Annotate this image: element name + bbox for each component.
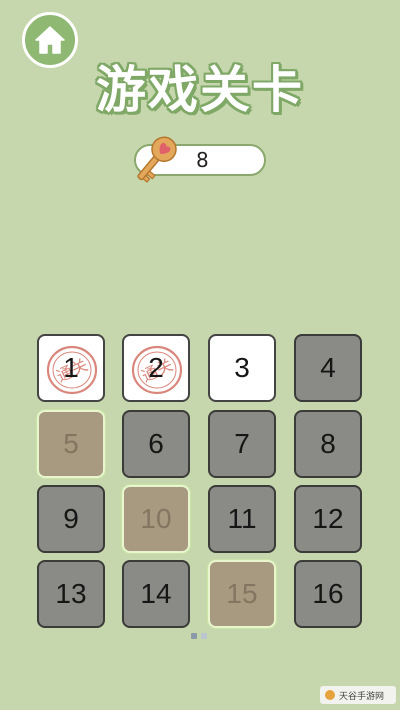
level-number: 5 xyxy=(63,428,79,459)
level-tile-14: 14 xyxy=(122,560,190,628)
level-tile-16: 16 xyxy=(294,560,362,628)
level-number: 12 xyxy=(312,503,344,534)
level-tile-7: 7 xyxy=(208,410,276,478)
page-title: 游戏关卡 xyxy=(96,61,304,119)
level-tile-9: 9 xyxy=(37,485,105,553)
level-number: 4 xyxy=(320,352,336,383)
level-tile-2[interactable]: 通关 2 xyxy=(122,334,190,402)
level-number: 6 xyxy=(148,428,164,459)
level-tile-11: 11 xyxy=(208,485,276,553)
level-number: 15 xyxy=(226,578,258,609)
level-tile-8: 8 xyxy=(294,410,362,478)
level-tile-6: 6 xyxy=(122,410,190,478)
watermark: 天谷手游网 xyxy=(320,686,396,704)
page-dot-1[interactable] xyxy=(191,633,197,639)
level-number: 13 xyxy=(55,578,87,609)
key-icon xyxy=(137,136,177,183)
key-count: 8 xyxy=(196,148,209,172)
level-number: 10 xyxy=(140,503,172,534)
level-tile-4: 4 xyxy=(294,334,362,402)
level-tile-13: 13 xyxy=(37,560,105,628)
level-number: 9 xyxy=(63,503,79,534)
level-number: 8 xyxy=(320,428,336,459)
level-tile-15[interactable]: 15 xyxy=(208,560,276,628)
level-number: 11 xyxy=(227,503,257,534)
level-number: 16 xyxy=(312,578,344,609)
level-number: 14 xyxy=(140,578,172,609)
level-tile-10[interactable]: 10 xyxy=(122,485,190,553)
watermark-logo-icon xyxy=(325,690,335,700)
level-tile-1[interactable]: 通关 1 xyxy=(37,334,105,402)
page-dot-2[interactable] xyxy=(201,633,207,639)
page-indicator[interactable] xyxy=(191,633,207,639)
level-tile-12: 12 xyxy=(294,485,362,553)
level-number: 3 xyxy=(234,352,250,383)
level-tile-5[interactable]: 5 xyxy=(37,410,105,478)
level-number: 2 xyxy=(148,352,164,383)
watermark-text: 天谷手游网 xyxy=(339,691,385,702)
level-number: 7 xyxy=(234,428,250,459)
level-number: 1 xyxy=(63,352,79,383)
level-tile-3[interactable]: 3 xyxy=(208,334,276,402)
